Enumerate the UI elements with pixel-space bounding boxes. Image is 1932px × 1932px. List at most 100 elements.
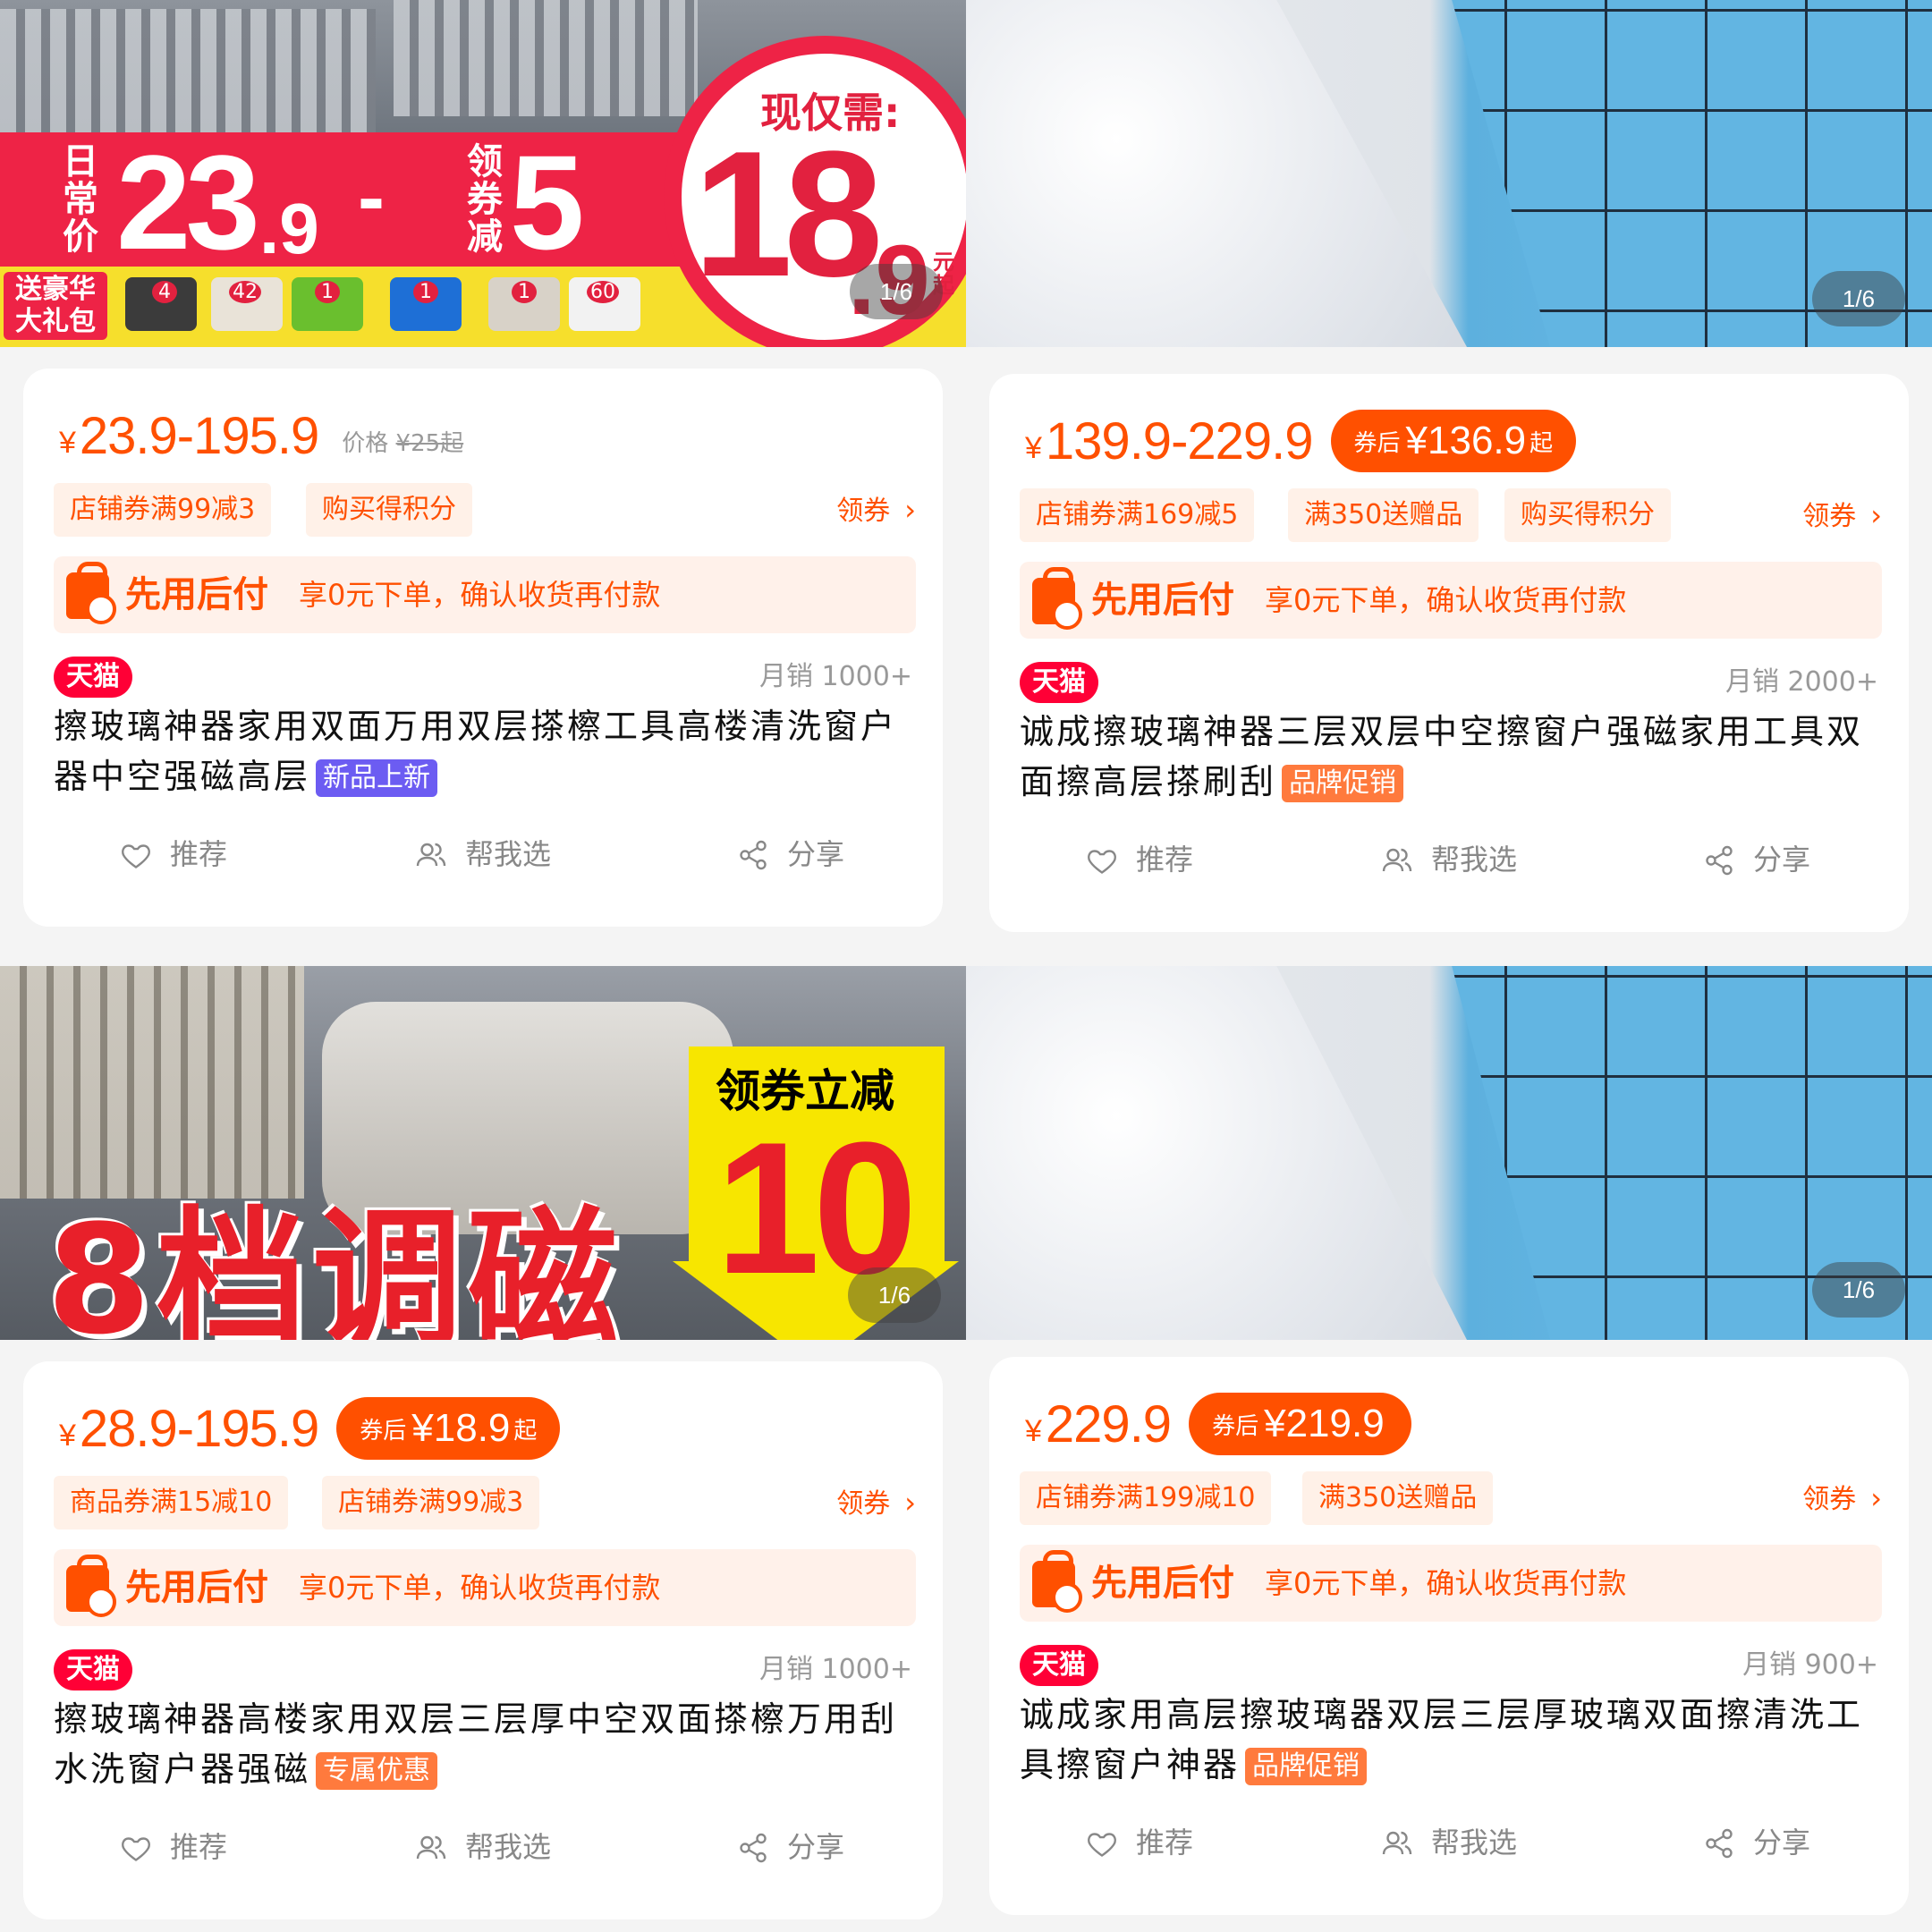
pay-later-row[interactable]: 先用后付 享0元下单，确认收货再付款 [1020, 562, 1882, 639]
help-me-choose-label: 帮我选 [465, 837, 552, 871]
coupon-tag: 店铺券满99减3 [322, 1476, 540, 1530]
people-icon [416, 1835, 446, 1860]
share-icon [740, 840, 767, 870]
gift-count: 1 [512, 281, 537, 303]
coupon-row: 店铺券满99减3 购买得积分 领券 › [54, 483, 916, 537]
monthly-sales: 月销 2000+ [1724, 666, 1878, 698]
action-bar: 推荐 帮我选 分享 [989, 1811, 1909, 1874]
get-coupon-button[interactable]: 领券 › [836, 1476, 916, 1530]
chevron-right-icon: › [1870, 1481, 1882, 1515]
product-grid: 日常价 23 .9 - 领券减 5 现仅需: 18 .9 元起 送豪华大礼包 4… [0, 0, 1932, 1932]
coupon-row: 商品券满15减10 店铺券满99减3 领券 › [54, 1476, 916, 1530]
price: 229.9 [1045, 1394, 1172, 1453]
coupon-amount: 5 [510, 127, 585, 277]
after-coupon-value: ¥219.9 [1264, 1402, 1385, 1445]
shopping-bag-icon [1032, 1550, 1082, 1613]
pay-later-row[interactable]: 先用后付 享0元下单，确认收货再付款 [1020, 1545, 1882, 1622]
price-row: ¥ 139.9-229.9 券后 ¥136.9 起 [1025, 410, 1577, 472]
pay-later-title: 先用后付 [125, 1567, 268, 1608]
product-title[interactable]: 擦玻璃神器高楼家用双层三层厚中空双面搽檫万用刮水洗窗户器强磁 专属优惠 [54, 1694, 912, 1794]
help-me-choose-label: 帮我选 [1431, 843, 1518, 877]
original-price-label: 价格 [342, 429, 389, 457]
product-cell-2[interactable]: 1/6 ¥ 139.9-229.9 券后 ¥136.9 起 店铺券满169减5 满3… [966, 0, 1932, 966]
product-card[interactable]: ¥ 28.9-195.9 券后 ¥18.9 起 商品券满15减10 店铺券满99减3… [23, 1361, 943, 1919]
product-title[interactable]: 擦玻璃神器家用双面万用双层搽檫工具高楼清洗窗户器中空强磁高层 新品上新 [54, 701, 912, 801]
product-image-3[interactable]: 8档调磁 领券立减 10 1/6 [0, 966, 966, 1340]
get-coupon-label: 领券 [836, 496, 891, 527]
action-bar: 推荐 帮我选 分享 [23, 1816, 943, 1878]
pay-later-row[interactable]: 先用后付 享0元下单，确认收货再付款 [54, 556, 916, 633]
product-card[interactable]: ¥ 23.9-195.9 价格 ¥25起 店铺券满99减3 购买得积分 领券 › … [23, 369, 943, 927]
product-image-1[interactable]: 日常价 23 .9 - 领券减 5 现仅需: 18 .9 元起 送豪华大礼包 4… [0, 0, 966, 347]
product-card[interactable]: ¥ 139.9-229.9 券后 ¥136.9 起 店铺券满169减5 满350送赠… [989, 374, 1909, 932]
price: 139.9-229.9 [1045, 411, 1314, 470]
yen-sign: ¥ [59, 425, 76, 460]
get-coupon-button[interactable]: 领券 › [1802, 1471, 1882, 1525]
get-coupon-button[interactable]: 领券 › [1802, 488, 1882, 542]
coupon-label: 领券减 [467, 141, 503, 258]
after-coupon-label: 券后 [360, 1417, 407, 1445]
product-image-4[interactable]: 1/6 [966, 966, 1932, 1340]
brush-icon: 1 [488, 277, 560, 331]
coupon-tag: 购买得积分 [306, 483, 472, 537]
share-label: 分享 [787, 837, 845, 871]
product-image-2[interactable]: 1/6 [966, 0, 1932, 347]
sponge-icon: 1 [292, 277, 363, 331]
product-card[interactable]: ¥ 229.9 券后 ¥219.9 店铺券满199减10 满350送赠品 领券 › … [989, 1357, 1909, 1915]
gift-count: 4 [152, 281, 177, 303]
recommend-label: 推荐 [170, 1830, 228, 1864]
building-graphic [0, 9, 376, 134]
share-icon [740, 1833, 767, 1863]
get-coupon-button[interactable]: 领券 › [836, 483, 916, 537]
coupon-row: 店铺券满169减5 满350送赠品 购买得积分 领券 › [1020, 488, 1882, 542]
coupon-row: 店铺券满199减10 满350送赠品 领券 › [1020, 1471, 1882, 1525]
product-cell-3[interactable]: 8档调磁 领券立减 10 1/6 ¥ 28.9-195.9 券后 ¥18.9 起 商… [0, 966, 966, 1932]
shopping-bag-icon [1032, 567, 1082, 630]
after-coupon-suffix: 起 [1530, 429, 1554, 457]
hook-icon: 42 [211, 277, 283, 331]
price-row: ¥ 229.9 券后 ¥219.9 [1025, 1393, 1411, 1455]
after-coupon-price: 券后 ¥219.9 [1189, 1393, 1411, 1455]
help-me-choose-label: 帮我选 [1431, 1826, 1518, 1860]
pay-later-row[interactable]: 先用后付 享0元下单，确认收货再付款 [54, 1549, 916, 1626]
foam-glass-graphic [966, 0, 1467, 347]
original-price: 价格 ¥25起 [342, 425, 463, 458]
coupon-tag: 购买得积分 [1504, 488, 1671, 542]
coupon-tag: 店铺券满169减5 [1020, 488, 1255, 542]
recommend-label: 推荐 [1136, 843, 1194, 877]
product-title-text: 诚成擦玻璃神器三层双层中空擦窗户强磁家用工具双面擦高层搽刷刮 [1020, 712, 1864, 801]
get-coupon-label: 领券 [1802, 1484, 1857, 1515]
coupon-tag: 满350送赠品 [1302, 1471, 1494, 1525]
after-coupon-value: ¥18.9 [411, 1406, 511, 1450]
monthly-sales: 月销 900+ [1742, 1649, 1878, 1681]
pay-later-desc: 享0元下单，确认收货再付款 [299, 1571, 661, 1605]
monthly-sales: 月销 1000+ [758, 1654, 912, 1685]
product-title[interactable]: 诚成家用高层擦玻璃器双层三层厚玻璃双面擦清洗工具擦窗户神器 品牌促销 [1020, 1690, 1878, 1790]
yen-sign: ¥ [1025, 430, 1042, 465]
product-title-text: 诚成家用高层擦玻璃器双层三层厚玻璃双面擦清洗工具擦窗户神器 [1020, 1695, 1864, 1784]
product-title-text: 擦玻璃神器高楼家用双层三层厚中空双面搽檫万用刮水洗窗户器强磁 [54, 1699, 898, 1789]
cloth-icon: 60 [569, 277, 640, 331]
building-graphic [394, 0, 698, 116]
image-pager: 1/6 [848, 1267, 941, 1323]
gift-count: 42 [229, 281, 261, 303]
get-coupon-label: 领券 [836, 1488, 891, 1520]
yen-sign: ¥ [1025, 1413, 1042, 1448]
recommend-label: 推荐 [1136, 1826, 1194, 1860]
product-cell-4[interactable]: 1/6 ¥ 229.9 券后 ¥219.9 店铺券满199减10 满350送赠品 … [966, 966, 1932, 1932]
tmall-badge: 天猫 [54, 657, 132, 698]
heart-icon [122, 1837, 150, 1861]
heart-icon [122, 844, 150, 869]
product-cell-1[interactable]: 日常价 23 .9 - 领券减 5 现仅需: 18 .9 元起 送豪华大礼包 4… [0, 0, 966, 966]
recommend-label: 推荐 [170, 837, 228, 871]
daily-price-label: 日常价 [63, 141, 98, 258]
after-coupon-suffix: 起 [513, 1417, 538, 1445]
product-title[interactable]: 诚成擦玻璃神器三层双层中空擦窗户强磁家用工具双面擦高层搽刷刮 品牌促销 [1020, 707, 1878, 807]
tmall-badge: 天猫 [54, 1649, 132, 1690]
price-row: ¥ 28.9-195.9 券后 ¥18.9 起 [59, 1397, 561, 1460]
chevron-right-icon: › [904, 493, 916, 527]
foam-glass-graphic [966, 966, 1467, 1340]
heart-icon [1088, 1833, 1116, 1857]
image-pager: 1/6 [1812, 1262, 1905, 1318]
monthly-sales: 月销 1000+ [758, 661, 912, 692]
